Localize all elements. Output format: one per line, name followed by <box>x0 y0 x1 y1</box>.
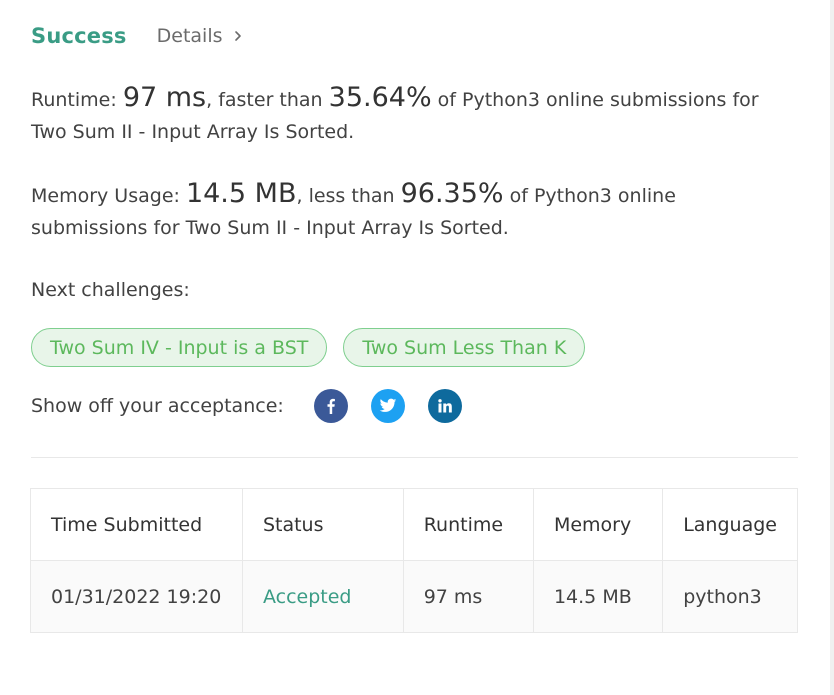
column-header-runtime: Runtime <box>402 488 534 561</box>
runtime-percent: 35.64% <box>328 82 432 113</box>
linkedin-icon[interactable] <box>428 389 462 423</box>
challenge-chip-two-sum-iv[interactable]: Two Sum IV - Input is a BST <box>31 328 328 367</box>
challenge-chip-two-sum-less-than-k[interactable]: Two Sum Less Than K <box>343 328 586 367</box>
share-section: Show off your acceptance: <box>31 389 485 423</box>
next-challenges-list: Two Sum IV - Input is a BST Two Sum Less… <box>31 328 586 367</box>
cell-memory: 14.5 MB <box>532 560 664 633</box>
twitter-icon[interactable] <box>371 389 405 423</box>
details-link[interactable]: Details <box>157 25 243 47</box>
column-header-time-submitted: Time Submitted <box>30 488 243 561</box>
facebook-glyph <box>327 398 335 414</box>
table-row: 01/31/2022 19:20 Accepted 97 ms 14.5 MB … <box>30 560 798 633</box>
linkedin-glyph <box>438 399 452 413</box>
cell-time-submitted: 01/31/2022 19:20 <box>30 560 243 633</box>
column-header-memory: Memory <box>532 488 664 561</box>
next-challenges-label: Next challenges: <box>31 279 190 301</box>
submissions-table: Time Submitted Status Runtime Memory Lan… <box>30 488 798 633</box>
cell-runtime: 97 ms <box>402 560 534 633</box>
memory-percent: 96.35% <box>400 178 504 209</box>
facebook-icon[interactable] <box>314 389 348 423</box>
table-header-row: Time Submitted Status Runtime Memory Lan… <box>30 488 798 561</box>
result-header: Success Details <box>31 20 243 52</box>
column-header-language: Language <box>662 488 798 561</box>
memory-label: Memory Usage: <box>31 185 186 207</box>
section-divider <box>31 457 798 458</box>
scrollbar-track[interactable] <box>830 0 834 695</box>
runtime-text-faster: , faster than <box>206 89 329 111</box>
runtime-value: 97 ms <box>122 82 207 113</box>
success-status: Success <box>31 24 127 48</box>
twitter-glyph <box>379 398 397 412</box>
memory-text-less: , less than <box>296 185 401 207</box>
memory-summary: Memory Usage: 14.5 MB, less than 96.35% … <box>31 178 791 244</box>
memory-value: 14.5 MB <box>185 178 297 209</box>
column-header-status: Status <box>241 488 404 561</box>
chevron-right-icon <box>234 31 241 41</box>
submission-result-page: Success Details Runtime: 97 ms, faster t… <box>0 0 834 695</box>
runtime-summary: Runtime: 97 ms, faster than 35.64% of Py… <box>31 82 791 148</box>
details-label: Details <box>156 25 223 47</box>
share-label: Show off your acceptance: <box>31 395 284 417</box>
cell-status-accepted-link[interactable]: Accepted <box>241 560 404 633</box>
runtime-label: Runtime: <box>31 89 123 111</box>
cell-language: python3 <box>662 560 798 633</box>
